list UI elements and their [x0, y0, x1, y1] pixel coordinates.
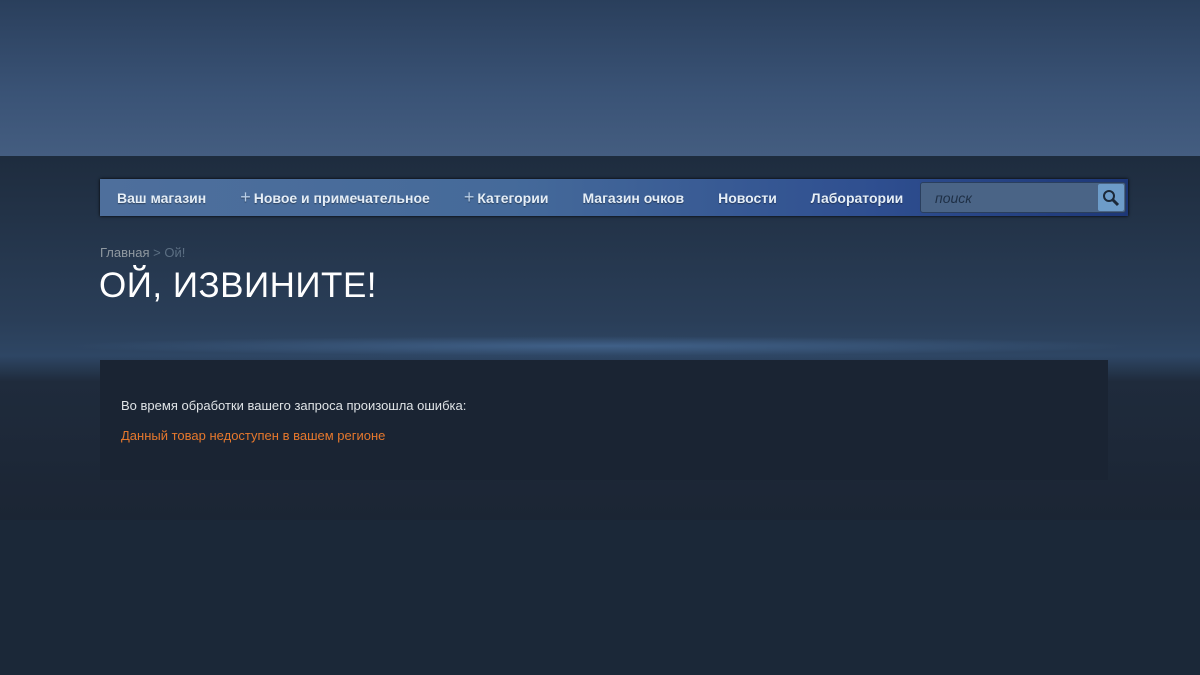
nav-labs[interactable]: Лаборатории — [794, 190, 920, 206]
hero-background — [0, 0, 1200, 156]
nav-label: Новости — [718, 189, 777, 206]
breadcrumb: Главная > Ой! — [100, 245, 185, 260]
nav-label: Магазин очков — [582, 189, 685, 206]
nav-new-noteworthy[interactable]: + Новое и примечательное — [223, 187, 447, 208]
breadcrumb-home[interactable]: Главная — [100, 245, 149, 260]
nav-points-shop[interactable]: Магазин очков — [565, 190, 701, 206]
search-box — [920, 182, 1126, 213]
nav-label: Новое и примечательное — [253, 189, 430, 206]
nav-label: Лаборатории — [810, 189, 904, 206]
search-button[interactable] — [1098, 184, 1124, 211]
page-title: ОЙ, ИЗВИНИТЕ! — [99, 266, 378, 305]
error-message: Во время обработки вашего запроса произо… — [121, 398, 467, 413]
search-input[interactable] — [921, 183, 1091, 212]
plus-icon: + — [240, 187, 251, 207]
nav-label: Ваш магазин — [117, 189, 207, 206]
header-glow — [60, 336, 1140, 356]
nav-your-store[interactable]: Ваш магазин — [100, 190, 223, 206]
nav-news[interactable]: Новости — [701, 190, 794, 206]
breadcrumb-current: Ой! — [164, 245, 186, 260]
plus-icon: + — [463, 187, 475, 207]
nav-categories[interactable]: + Категории — [447, 187, 566, 208]
search-icon — [1103, 189, 1120, 206]
error-box: Во время обработки вашего запроса произо… — [100, 360, 1108, 480]
error-detail: Данный товар недоступен в вашем регионе — [121, 428, 386, 443]
breadcrumb-separator: > — [153, 245, 161, 260]
nav-label: Категории — [477, 189, 549, 206]
